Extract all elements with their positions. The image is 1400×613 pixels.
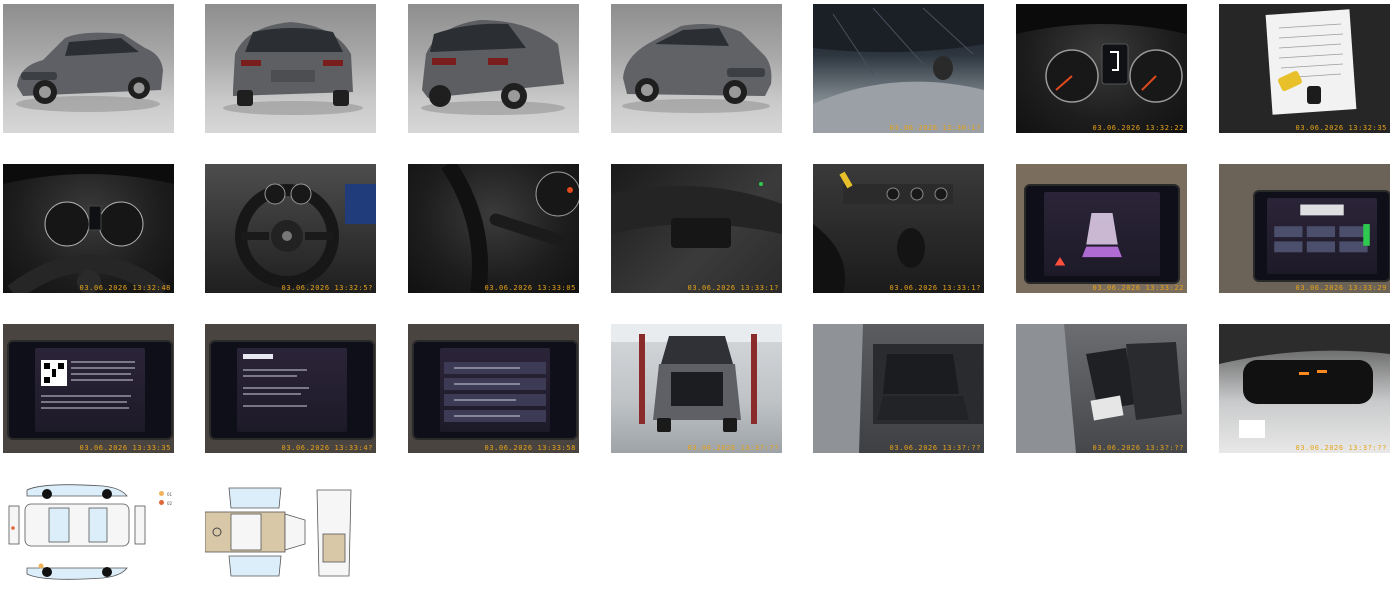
photo-timestamp: 03.06.2026 13:30:1? — [889, 124, 981, 132]
damage-legend: 01 02 — [159, 490, 172, 508]
photo-timestamp: 03.06.2026 13:33:29 — [1295, 284, 1387, 292]
photo-infotainment-service[interactable]: 03.06.2026 13:33:4? — [205, 324, 376, 453]
glass-reflection-image — [813, 4, 984, 133]
rear-seats-image — [813, 324, 983, 453]
photo-timestamp: 03.06.2026 13:32:48 — [79, 284, 171, 292]
settings-list-graphic — [444, 362, 546, 422]
photo-timestamp: 03.06.2026 13:32:35 — [1295, 124, 1387, 132]
photo-center-console[interactable]: 03.06.2026 13:33:1? — [813, 164, 984, 293]
photo-infotainment-qr[interactable]: 03.06.2026 13:33:35 — [3, 324, 174, 453]
photo-trunk-open[interactable]: 03.06.2026 13:3?:?? — [611, 324, 782, 453]
photo-timestamp: 03.06.2026 13:33:22 — [1092, 284, 1184, 292]
car-outline-exterior-graphic — [8, 484, 146, 580]
photo-timestamp: 03.06.2026 13:33:1? — [687, 284, 779, 292]
steering-stalk-image — [441, 164, 579, 293]
photo-steering-wheel[interactable]: 03.06.2026 13:32:5? — [205, 164, 376, 293]
photo-infotainment-settings[interactable]: 03.06.2026 13:33:58 — [408, 324, 579, 453]
photo-timestamp: 03.06.2026 13:3?:?? — [1092, 444, 1184, 452]
documents-keys-image — [1219, 4, 1390, 133]
legend-dot-icon — [159, 491, 164, 496]
photo-exterior-front-right[interactable] — [611, 4, 782, 133]
photo-glass-detail[interactable]: 03.06.2026 13:30:1? — [813, 4, 984, 133]
photo-gallery: 03.06.2026 13:30:1? 03.06.2026 13:32:22 — [0, 0, 1400, 581]
instrument-cluster-image — [1016, 4, 1187, 103]
damage-legend-item: 02 — [159, 499, 172, 508]
photo-door-panel[interactable]: 03.06.2026 13:33:1? — [611, 164, 782, 293]
photo-timestamp: 03.06.2026 13:3?:?? — [687, 444, 779, 452]
front-seats-image — [1016, 324, 1182, 453]
damage-legend-item: 01 — [159, 490, 172, 499]
infotainment-screen — [1253, 190, 1390, 282]
photo-timestamp: 03.06.2026 13:33:05 — [484, 284, 576, 292]
photo-timestamp: 03.06.2026 13:32:5? — [281, 284, 373, 292]
photo-exterior-front-left[interactable] — [3, 4, 174, 133]
infotainment-screen — [412, 340, 578, 440]
infotainment-screen — [209, 340, 375, 440]
photo-timestamp: 03.06.2026 13:33:4? — [281, 444, 373, 452]
photo-exterior-rear-right[interactable] — [408, 4, 579, 133]
photo-exterior-rear[interactable] — [205, 4, 376, 133]
service-info-graphic — [243, 354, 309, 407]
photo-timestamp: 03.06.2026 13:33:58 — [484, 444, 576, 452]
photo-infotainment-climate[interactable]: 03.06.2026 13:33:29 — [1219, 164, 1390, 293]
trunk-open-image — [611, 324, 782, 432]
photo-documents-and-keys[interactable]: 03.06.2026 13:32:35 — [1219, 4, 1390, 133]
car-front-right-image — [622, 24, 772, 113]
photo-steering-stalk[interactable]: 03.06.2026 13:33:05 — [408, 164, 579, 293]
cluster-wide-image — [3, 164, 174, 293]
car-front-left-image — [16, 32, 163, 112]
photo-instrument-cluster[interactable]: 03.06.2026 13:32:22 — [1016, 4, 1187, 133]
door-panel-image — [611, 182, 782, 248]
legend-dot-icon — [159, 500, 164, 505]
steering-wheel-image — [235, 183, 376, 288]
car-outline-interior-graphic — [204, 487, 352, 577]
infotainment-screen — [7, 340, 173, 440]
photo-timestamp: 03.06.2026 13:3?:?? — [1295, 444, 1387, 452]
photo-timestamp: 03.06.2026 13:33:35 — [79, 444, 171, 452]
car-rear-image — [223, 22, 363, 115]
photo-timestamp: 03.06.2026 13:33:1? — [889, 284, 981, 292]
center-console-image — [813, 171, 953, 293]
damage-diagram-interior[interactable] — [204, 484, 376, 613]
damage-diagram-exterior[interactable]: 01 02 — [3, 484, 174, 613]
photo-instrument-cluster-wide[interactable]: 03.06.2026 13:32:48 — [3, 164, 174, 293]
photo-rearview-mirror[interactable]: 03.06.2026 13:3?:?? — [1219, 324, 1390, 453]
photo-front-seats[interactable]: 03.06.2026 13:3?:?? — [1016, 324, 1187, 453]
car-rear-right-image — [421, 20, 565, 115]
photo-timestamp: 03.06.2026 13:32:22 — [1092, 124, 1184, 132]
infotainment-screen — [1024, 184, 1180, 284]
rearview-mirror-image — [1219, 324, 1390, 438]
photo-infotainment-parking[interactable]: 03.06.2026 13:33:22 — [1016, 164, 1187, 293]
qr-info-graphic — [41, 360, 135, 409]
climate-menu-graphic — [1274, 204, 1370, 253]
photo-rear-seats[interactable]: 03.06.2026 13:3?:?? — [813, 324, 984, 453]
parking-view-graphic — [1054, 213, 1122, 266]
photo-timestamp: 03.06.2026 13:3?:?? — [889, 444, 981, 452]
